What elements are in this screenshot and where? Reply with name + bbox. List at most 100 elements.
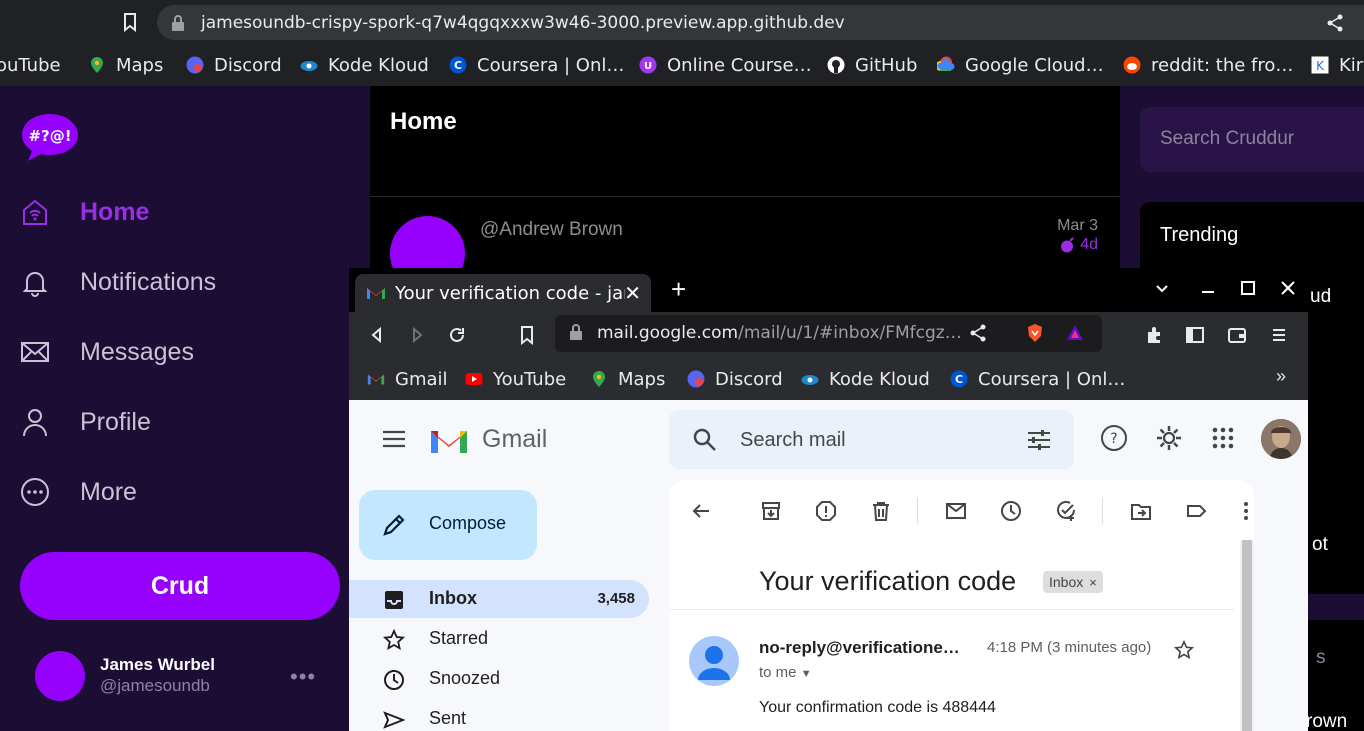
bookmark-github[interactable]: GitHub (827, 53, 917, 77)
sender-avatar[interactable] (689, 636, 739, 686)
lock-icon[interactable] (171, 15, 185, 31)
move-to-icon[interactable] (1130, 500, 1152, 522)
post-author[interactable]: @Andrew Brown (480, 219, 623, 241)
bookmark-maps[interactable]: Maps (88, 53, 163, 77)
bookmark-online-course[interactable]: U Online Course… (639, 53, 812, 77)
scrollbar-thumb[interactable] (1242, 540, 1252, 731)
maximize-icon[interactable] (1239, 279, 1257, 297)
person-icon (23, 409, 47, 437)
gmail-logo-icon[interactable] (429, 425, 469, 455)
brave-rewards-icon[interactable] (1065, 323, 1085, 343)
nav-notifications[interactable]: Notifications (20, 262, 216, 302)
svg-text:U: U (644, 61, 652, 72)
bookmark-icon[interactable] (517, 325, 537, 345)
tab-gmail[interactable]: Your verification code - jar ✕ (355, 274, 651, 312)
share-icon[interactable] (1326, 14, 1344, 32)
star-icon[interactable] (1174, 640, 1194, 660)
menu-icon[interactable] (1269, 325, 1289, 345)
folder-label: Inbox (429, 588, 477, 608)
avatar[interactable] (35, 651, 85, 701)
nav-label: Notifications (80, 267, 217, 296)
folder-snoozed[interactable]: Snoozed (349, 660, 649, 698)
bookmark-maps[interactable]: Maps (590, 367, 665, 391)
back-arrow-icon[interactable] (690, 500, 712, 522)
extensions-icon[interactable] (1145, 325, 1165, 345)
crud-button[interactable]: Crud (20, 552, 340, 620)
bookmark-youtube[interactable]: ouTube (0, 53, 61, 77)
search-input[interactable]: Search Cruddur (1140, 107, 1364, 172)
logo-text: #?@! (28, 127, 71, 145)
search-icon[interactable] (692, 427, 718, 453)
account-avatar[interactable] (1261, 419, 1301, 459)
gmail-logo-text[interactable]: Gmail (482, 425, 547, 454)
sidebar-icon[interactable] (1185, 325, 1205, 345)
bookmark-youtube[interactable]: YouTube (465, 367, 566, 391)
minimize-icon[interactable] (1199, 279, 1217, 297)
nav-messages[interactable]: Messages (20, 332, 194, 372)
help-icon[interactable]: ? (1100, 424, 1128, 452)
more-vert-icon[interactable] (1237, 500, 1259, 522)
report-spam-icon[interactable] (815, 500, 837, 522)
unread-count: 3,458 (597, 590, 635, 607)
bookmark-gmail[interactable]: Gmail (367, 367, 448, 391)
outer-url-bar: jamesoundb-crispy-spork-q7w4qgqxxxw3w46-… (0, 0, 1364, 45)
trash-icon[interactable] (870, 500, 892, 522)
bookmark-reddit[interactable]: reddit: the fro… (1123, 53, 1293, 77)
bookmark-kir[interactable]: K Kir (1311, 53, 1363, 77)
bookmark-coursera[interactable]: C Coursera | Onl… (950, 367, 1125, 391)
search-options-icon[interactable] (1026, 428, 1052, 452)
back-icon[interactable] (367, 325, 387, 345)
compose-button[interactable]: Compose (359, 490, 537, 560)
bookmark-kodekloud[interactable]: Kode Kloud (801, 367, 930, 391)
remove-label-button[interactable]: × (1089, 575, 1097, 590)
bookmark-coursera[interactable]: C Coursera | Onl… (449, 53, 624, 77)
folder-label: Starred (429, 628, 489, 648)
add-task-icon[interactable] (1055, 500, 1077, 522)
new-tab-button[interactable]: + (671, 276, 686, 302)
inner-url-text[interactable]: mail.google.com/mail/u/1/#inbox/FMfcgz… (597, 323, 962, 343)
bookmark-kodekloud[interactable]: Kode Kloud (300, 53, 429, 77)
lock-icon[interactable] (569, 324, 583, 340)
reload-icon[interactable] (447, 325, 467, 345)
bookmark-discord[interactable]: Discord (687, 367, 783, 391)
share-icon[interactable] (969, 324, 987, 342)
snooze-icon[interactable] (1000, 500, 1022, 522)
bookmark-google-cloud[interactable]: Google Cloud… (937, 53, 1104, 77)
close-tab-icon[interactable]: ✕ (624, 281, 641, 306)
gear-icon[interactable] (1155, 424, 1183, 452)
forward-icon[interactable] (407, 325, 427, 345)
archive-icon[interactable] (760, 500, 782, 522)
nav-home[interactable]: Home (20, 192, 149, 232)
nav-profile[interactable]: Profile (20, 402, 151, 442)
folder-starred[interactable]: Starred (349, 620, 649, 658)
nav-more[interactable]: More (20, 472, 137, 512)
folder-inbox[interactable]: Inbox 3,458 (349, 580, 649, 618)
pencil-icon (383, 514, 405, 536)
apps-grid-icon[interactable] (1209, 424, 1237, 452)
folder-sent[interactable]: Sent (349, 700, 649, 731)
close-window-icon[interactable] (1279, 279, 1297, 297)
outer-address-bar[interactable]: jamesoundb-crispy-spork-q7w4qgqxxxw3w46-… (157, 5, 1364, 40)
search-mail-input[interactable]: Search mail (669, 410, 1074, 469)
cruddur-logo[interactable]: #?@! (20, 112, 80, 162)
brave-shield-icon[interactable] (1025, 323, 1045, 343)
chevron-down-icon: ▼ (800, 668, 812, 680)
hamburger-menu-icon[interactable] (382, 430, 406, 448)
bookmarks-overflow-button[interactable]: » (1276, 366, 1286, 387)
label-icon[interactable] (1185, 500, 1207, 522)
mark-unread-icon[interactable] (945, 500, 967, 522)
inner-address-bar[interactable]: mail.google.com/mail/u/1/#inbox/FMfcgz… (555, 315, 1102, 352)
bookmark-discord[interactable]: Discord (186, 53, 282, 77)
udemy-icon: U (639, 56, 657, 74)
outer-url-text[interactable]: jamesoundb-crispy-spork-q7w4qgqxxxw3w46-… (201, 13, 845, 33)
sender-address[interactable]: no-reply@verificatione… (759, 638, 960, 658)
send-icon (383, 711, 405, 729)
recipient-details[interactable]: to me ▼ (759, 664, 812, 681)
wallet-icon[interactable] (1227, 325, 1247, 345)
label-chip-inbox[interactable]: Inbox × (1043, 571, 1103, 593)
divider (370, 196, 1120, 197)
bookmark-label: Coursera | Onl… (978, 368, 1126, 390)
chevron-down-icon[interactable] (1153, 279, 1171, 297)
bookmark-icon[interactable] (120, 12, 140, 32)
user-more-button[interactable]: ••• (290, 664, 316, 690)
